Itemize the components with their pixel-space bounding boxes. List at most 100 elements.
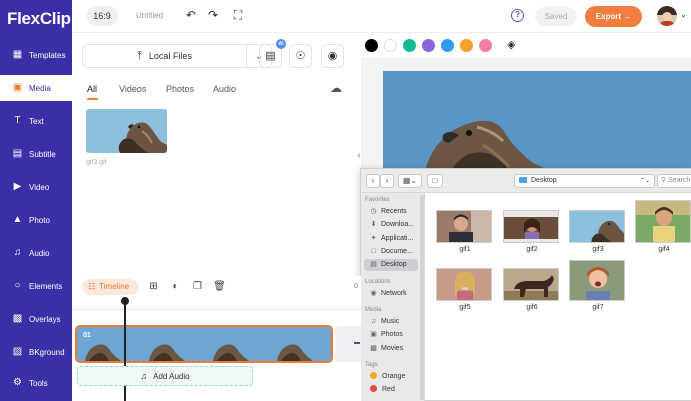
sidebar-item-label: Movies [381,345,404,352]
sidebar-item-recents[interactable]: ◷ Recents [364,206,418,218]
tag-orange[interactable]: Orange [364,371,418,383]
screen-record-button[interactable]: ◉ [321,44,344,68]
file-gif2[interactable]: gif2 [503,210,561,253]
add-scene-button[interactable] [336,326,361,362]
duplicate-icon[interactable]: ❐ [191,280,204,293]
text-icon: T [14,115,21,126]
tab-audio[interactable]: Audio [213,84,236,94]
clock-icon: ◷ [370,208,377,215]
chevron-left-icon[interactable]: ‹ [354,146,364,166]
sidebar-item-overlays[interactable]: ▩ Overlays [0,306,72,332]
color-swatch-blue[interactable] [441,39,454,52]
add-audio-button[interactable]: ♫ Add Audio [77,366,253,386]
sidebar-item-subtitle[interactable]: ▤ Subtitle [0,141,72,167]
camera-icon: ▣ [370,331,377,338]
new-folder-button[interactable]: □ [427,174,443,188]
help-icon[interactable]: ? [511,9,524,22]
sidebar-item-label: BKground [29,347,65,357]
color-swatch-purple[interactable] [422,39,435,52]
fullscreen-icon[interactable]: ⛶ [230,7,246,23]
color-swatch-pink[interactable] [479,39,492,52]
video-canvas[interactable] [383,71,691,181]
grid-view-icon: ▦⌄ [402,176,418,185]
media-item-thumbnail[interactable] [86,109,167,153]
chevron-down-icon[interactable]: ⌄ [680,10,687,19]
timeline-ruler [72,309,361,310]
file-thumbnail [503,210,559,243]
sidebar-item-audio[interactable]: ♫ Audio [0,240,72,266]
sidebar-item-photos[interactable]: ▣ Photos [364,329,418,341]
color-swatch-green[interactable] [403,39,416,52]
file-thumbnail [635,200,691,243]
sidebar-item-network[interactable]: ◉ Network [364,288,418,300]
sidebar-item-video[interactable]: ▶ Video [0,174,72,200]
saved-button[interactable]: Saved [535,7,577,26]
globe-icon: ◉ [370,290,377,297]
folder-path-select[interactable]: Desktop ⌃⌄ [514,174,655,188]
sidebar-item-label: Video [29,182,50,192]
file-gif4[interactable]: gif4 [635,200,691,253]
tag-red[interactable]: Red [364,384,418,396]
chevron-left-icon: ‹ [371,176,375,185]
chevron-down-icon: ⌃⌄ [639,178,650,184]
forward-button[interactable]: › [380,174,394,188]
sidebar-item-label: Overlays [29,314,61,324]
color-swatch-orange[interactable] [460,39,473,52]
sidebar-item-text[interactable]: T Text [0,108,72,134]
file-picker-toolbar: ‹ › ▦⌄ □ Desktop ⌃⌄ ⚲ Search [361,169,691,193]
tab-videos[interactable]: Videos [119,84,146,94]
project-title[interactable]: Untitled [136,11,163,20]
chat-icon: ▤ [265,50,276,62]
hawk-canvas-image [383,71,691,181]
clip-frame [269,327,331,361]
templates-icon: ▦ [12,49,23,60]
avatar[interactable] [657,6,677,26]
timeline-toggle-button[interactable]: ☷ Timeline [82,279,139,295]
sidebar-item-label: Applicati... [381,235,414,242]
sidebar-item-applications[interactable]: ✦ Applicati... [364,233,418,245]
sidebar-item-photo[interactable]: ▲ Photo [0,207,72,233]
paint-bucket-icon[interactable]: ◈ [507,38,515,51]
sidebar-item-movies[interactable]: ▩ Movies [364,343,418,355]
video-clip[interactable]: 01 [75,325,333,363]
color-swatch-black[interactable] [365,39,378,52]
sidebar-item-elements[interactable]: ○ Elements [0,273,72,299]
timeline-icon: ☷ [88,282,96,291]
color-swatch-white[interactable] [384,39,397,52]
redo-icon[interactable]: ↷ [205,7,221,23]
export-button[interactable]: Export → [585,6,642,27]
playhead[interactable] [124,302,126,401]
file-gif7[interactable]: gif7 [569,260,627,311]
cloud-icon[interactable]: ☁ [330,81,342,95]
file-gif1[interactable]: gif1 [436,210,494,253]
sidebar-item-label: Recents [381,208,407,215]
back-button[interactable]: ‹ [366,174,380,188]
add-clip-icon[interactable]: ⊞ [147,280,160,293]
file-gif5[interactable]: gif5 [436,268,494,311]
sidebar-item-music[interactable]: ♫ Music [364,316,418,328]
sidebar-item-documents[interactable]: □ Docume... [364,246,418,258]
record-audio-button[interactable]: ☉ [289,44,312,68]
timeline-time-marker: 0 [354,283,358,290]
file-gif3[interactable]: gif3 [569,210,627,253]
sidebar-item-downloads[interactable]: ⬇ Downloa... [364,219,418,231]
sidebar-item-media[interactable]: ▣ Media [0,75,72,101]
tab-photos[interactable]: Photos [166,84,194,94]
aspect-ratio-button[interactable]: 16:9 [86,6,118,26]
flexclip-logo[interactable]: FlexClip [7,9,71,29]
sidebar-item-bkground[interactable]: ▧ BKground [0,339,72,365]
sidebar-item-desktop[interactable]: ▤ Desktop [364,259,418,271]
sidebar-item-tools[interactable]: ⚙ Tools [0,370,72,396]
sidebar-item-label: Desktop [381,261,407,268]
sidebar-scrollbar[interactable] [420,195,424,400]
tag-label: Orange [382,373,406,380]
split-icon[interactable]: ◐ [169,280,182,293]
local-files-button[interactable]: ⤒ Local Files [82,44,247,68]
undo-icon[interactable]: ↶ [183,7,199,23]
delete-icon[interactable]: 🗑 [213,280,226,293]
file-gif6[interactable]: gif6 [503,268,561,311]
tab-all[interactable]: All [87,84,97,94]
search-input[interactable]: ⚲ Search [657,174,691,188]
view-options-button[interactable]: ▦⌄ [398,174,422,188]
sidebar-item-templates[interactable]: ▦ Templates [0,42,72,68]
